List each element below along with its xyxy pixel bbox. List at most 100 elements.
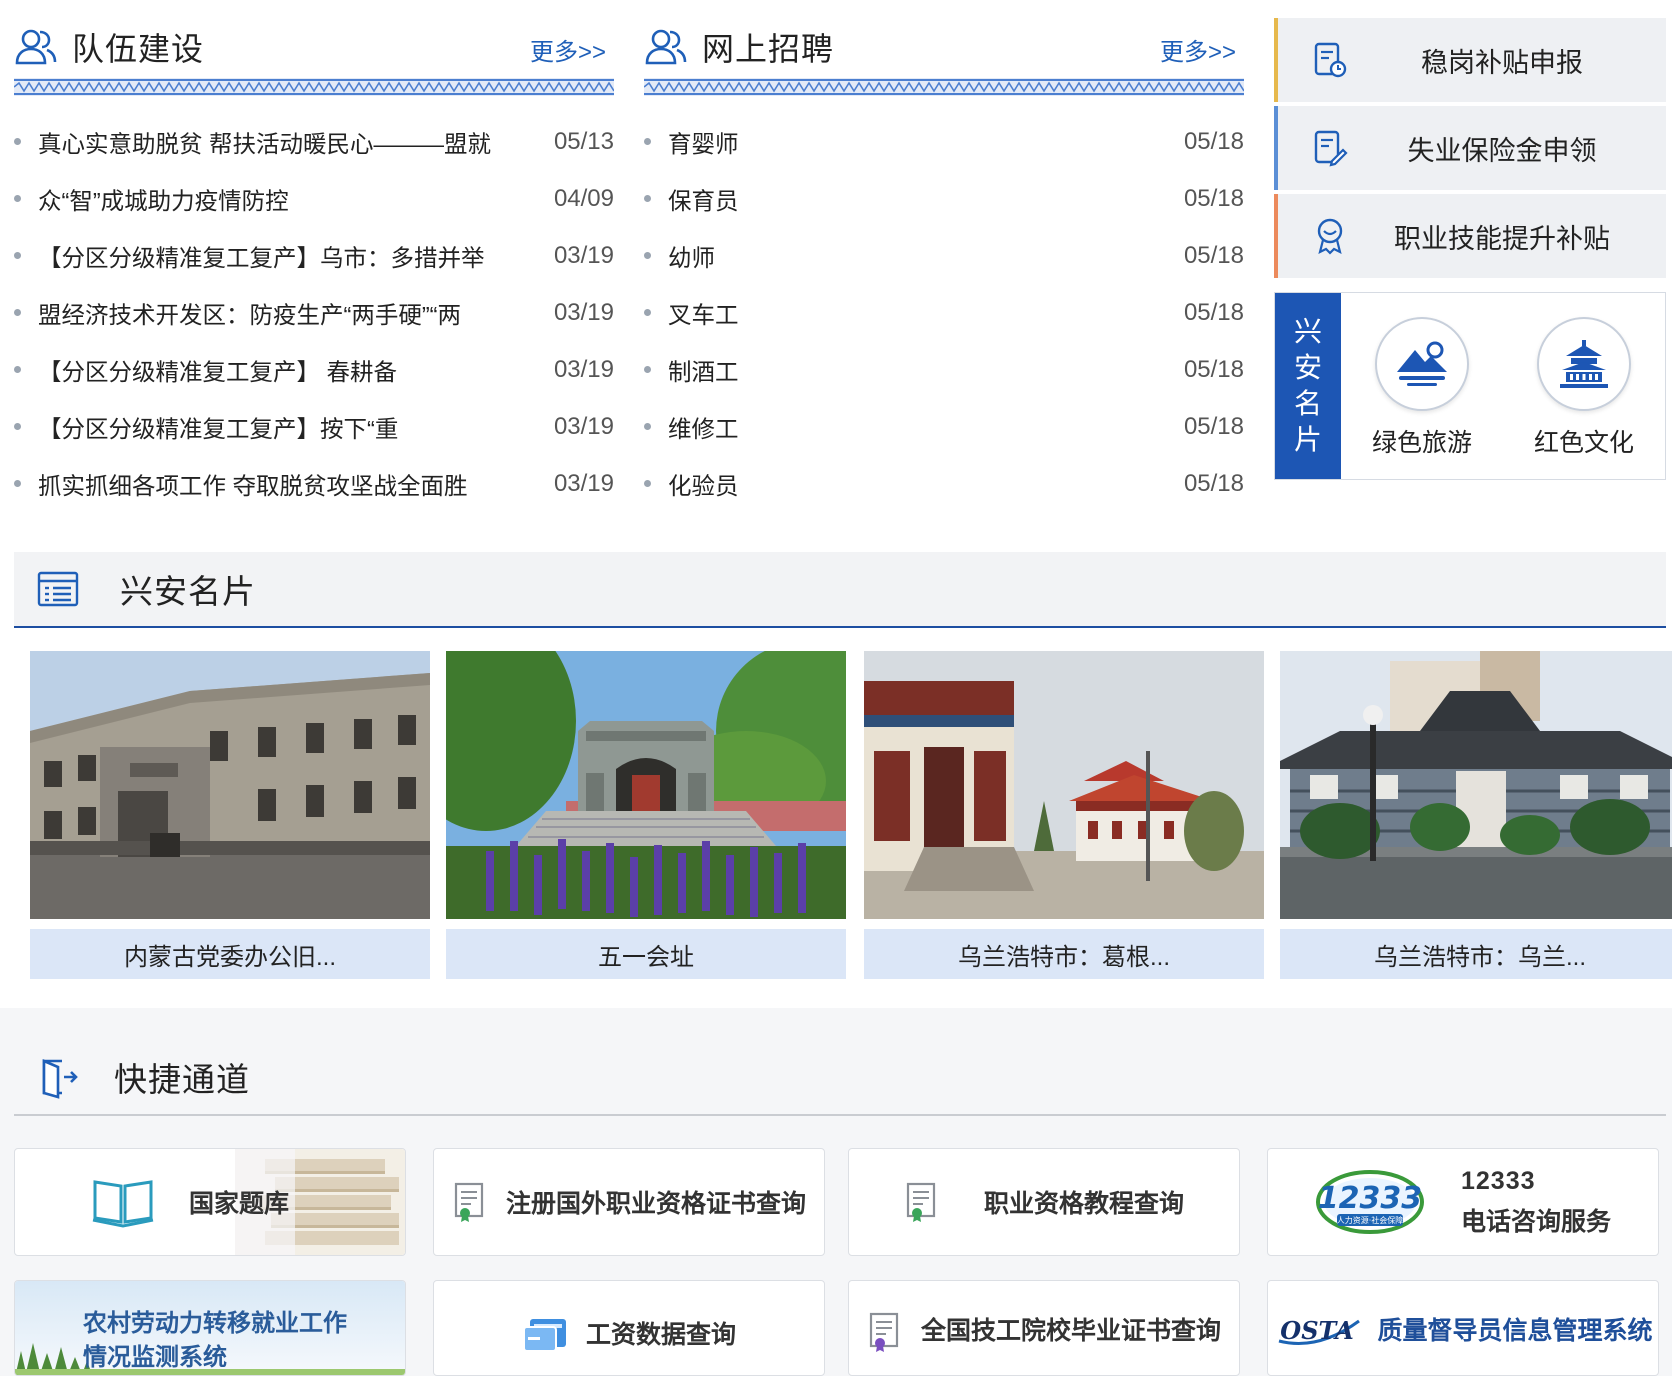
news-item-date: 03/19 (553, 241, 614, 269)
quick-rural-labor-monitoring[interactable]: 农村劳动力转移就业工作 情况监测系统 (14, 1280, 406, 1376)
news-item-date: 05/13 (553, 127, 614, 155)
mingpian-title: 兴安名片 (120, 573, 256, 610)
team-more-link[interactable]: 更多>> (530, 32, 606, 67)
quick-national-question-bank[interactable]: 国家题库 (14, 1148, 406, 1256)
bullet-dot-icon (14, 195, 21, 202)
news-item-date: 05/18 (1183, 412, 1244, 440)
recruit-news-item[interactable]: 幼师 05/18 (644, 227, 1244, 284)
bullet-dot-icon (644, 480, 651, 487)
news-item-date: 05/18 (1183, 184, 1244, 212)
quick-label: 电话咨询服务 (1460, 1207, 1611, 1236)
recruit-news-item[interactable]: 保育员 05/18 (644, 170, 1244, 227)
recruit-news-title: 网上招聘 (702, 31, 835, 67)
quick-wage-data-query[interactable]: 工资数据查询 (433, 1280, 825, 1376)
team-news-item[interactable]: 【分区分级精准复工复产】乌市：多措并举 03/19 (14, 227, 614, 284)
bullet-dot-icon (644, 366, 651, 373)
vertical-char: 名 (1293, 388, 1322, 419)
bullet-dot-icon (644, 138, 651, 145)
news-item-title: 维修工 (668, 415, 739, 442)
quick-label: 质量督导员信息管理系统 (1377, 1317, 1653, 1345)
news-item-date: 05/18 (1183, 298, 1244, 326)
green-tourism-link[interactable]: 绿色旅游 (1372, 317, 1472, 459)
news-item-date: 03/19 (553, 298, 614, 326)
news-item-title: 众“智”成城助力疫情防控 (38, 187, 289, 214)
photo-card[interactable]: 乌兰浩特市：葛根... (864, 651, 1264, 979)
card-icon (522, 1319, 566, 1352)
team-news-item[interactable]: 真心实意助脱贫 帮扶活动暖民心———盟就 05/13 (14, 113, 614, 170)
recruit-news-header: 网上招聘 更多>> (644, 18, 1244, 76)
recruit-news-panel: 网上招聘 更多>> 育婴师 05/18 保育员 05/18 幼师 05/18 叉车工 05/1… (643, 18, 1245, 512)
photo-image (1280, 651, 1672, 919)
12333-logo-subtext: 人力资源·社会保障 (1337, 1215, 1404, 1225)
news-item-title: 【分区分级精准复工复产】乌市：多措并举 (38, 244, 485, 271)
quick-label: 情况监测系统 (83, 1344, 227, 1371)
news-item-date: 05/18 (1183, 469, 1244, 497)
recruit-news-item[interactable]: 维修工 05/18 (644, 398, 1244, 455)
photo-card[interactable]: 五一会址 (446, 651, 846, 979)
card-label: 绿色旅游 (1371, 429, 1472, 457)
news-item-date: 05/18 (1183, 241, 1244, 269)
quick-foreign-cert-query[interactable]: 注册国外职业资格证书查询 (433, 1148, 825, 1256)
bullet-dot-icon (644, 423, 651, 430)
quick-section-header: 快捷通道 (14, 1040, 1666, 1116)
bullet-dot-icon (14, 423, 21, 430)
decorative-wave-border (13, 78, 615, 96)
mountain-icon (1396, 341, 1447, 386)
vertical-char: 安 (1293, 352, 1322, 383)
photo-card[interactable]: 内蒙古党委办公旧... (30, 651, 430, 979)
decorative-wave-border (643, 78, 1245, 96)
mingpian-photo-row: 内蒙古党委办公旧... 五一会址 乌兰浩特市：葛根... 乌兰浩特市：乌兰... (30, 651, 1672, 979)
service-label: 失业保险金申领 (1407, 135, 1597, 166)
osta-logo-icon: OSTA (1279, 1316, 1361, 1345)
team-news-header: 队伍建设 更多>> (14, 18, 614, 76)
news-item-title: 【分区分级精准复工复产】按下“重 (38, 415, 399, 442)
xingan-card-box: 兴 安 名 片 绿色旅游 红色文化 (1274, 292, 1666, 480)
photo-image (446, 651, 846, 919)
service-label: 职业技能提升补贴 (1394, 223, 1610, 254)
news-item-title: 抓实抓细各项工作 夺取脱贫攻坚战全面胜 (38, 472, 468, 499)
recruit-news-item[interactable]: 制酒工 05/18 (644, 341, 1244, 398)
recruit-more-link[interactable]: 更多>> (1160, 32, 1236, 67)
team-news-title: 队伍建设 (72, 31, 205, 67)
quick-technical-school-cert-query[interactable]: 全国技工院校毕业证书查询 (848, 1280, 1240, 1376)
news-item-title: 育婴师 (668, 130, 739, 157)
team-news-item[interactable]: 抓实抓细各项工作 夺取脱贫攻坚战全面胜 03/19 (14, 455, 614, 512)
bullet-dot-icon (14, 480, 21, 487)
people-icon (645, 29, 687, 65)
news-item-title: 保育员 (668, 187, 739, 214)
team-news-item[interactable]: 众“智”成城助力疫情防控 04/09 (14, 170, 614, 227)
service-skill-subsidy[interactable]: 职业技能提升补贴 (1274, 194, 1666, 278)
quick-qualification-course-query[interactable]: 职业资格教程查询 (848, 1148, 1240, 1256)
recruit-news-item[interactable]: 叉车工 05/18 (644, 284, 1244, 341)
photo-image (30, 651, 430, 919)
quick-label: 国家题库 (188, 1190, 289, 1218)
quick-hotline-number: 12333 (1460, 1166, 1536, 1195)
book-icon (92, 1180, 154, 1228)
news-item-date: 05/18 (1183, 127, 1244, 155)
quick-12333-hotline[interactable]: 12333 人力资源·社会保障 12333 电话咨询服务 (1267, 1148, 1659, 1256)
recruit-news-item[interactable]: 化验员 05/18 (644, 455, 1244, 512)
12333-logo-icon: 12333 人力资源·社会保障 (1315, 1170, 1424, 1234)
news-item-title: 叉车工 (668, 301, 739, 328)
red-culture-link[interactable]: 红色文化 (1534, 317, 1634, 459)
bullet-dot-icon (14, 309, 21, 316)
news-item-title: 制酒工 (668, 358, 739, 385)
quick-quality-supervisor-system[interactable]: OSTA 质量督导员信息管理系统 (1267, 1280, 1659, 1376)
service-unemployment-claim[interactable]: 失业保险金申领 (1274, 106, 1666, 190)
quick-label: 全国技工院校毕业证书查询 (920, 1317, 1221, 1345)
xingan-vertical-label: 兴 安 名 片 (1275, 293, 1341, 479)
team-news-list: 真心实意助脱贫 帮扶活动暖民心———盟就 05/13 众“智”成城助力疫情防控 04/… (14, 113, 614, 512)
service-subsidy-apply[interactable]: 稳岗补贴申报 (1274, 18, 1666, 102)
card-label: 红色文化 (1533, 429, 1634, 457)
team-news-item[interactable]: 【分区分级精准复工复产】 春耕备 03/19 (14, 341, 614, 398)
team-news-item[interactable]: 【分区分级精准复工复产】按下“重 03/19 (14, 398, 614, 455)
bullet-dot-icon (644, 309, 651, 316)
recruit-news-item[interactable]: 育婴师 05/18 (644, 113, 1244, 170)
team-news-item[interactable]: 盟经济技术开发区：防疫生产“两手硬”“两 03/19 (14, 284, 614, 341)
photo-card[interactable]: 乌兰浩特市：乌兰... (1280, 651, 1672, 979)
vertical-char: 片 (1293, 424, 1322, 455)
photo-caption: 内蒙古党委办公旧... (30, 929, 430, 979)
vertical-char: 兴 (1293, 316, 1322, 347)
certificate-icon (869, 1312, 899, 1352)
photo-caption: 乌兰浩特市：乌兰... (1280, 929, 1672, 979)
